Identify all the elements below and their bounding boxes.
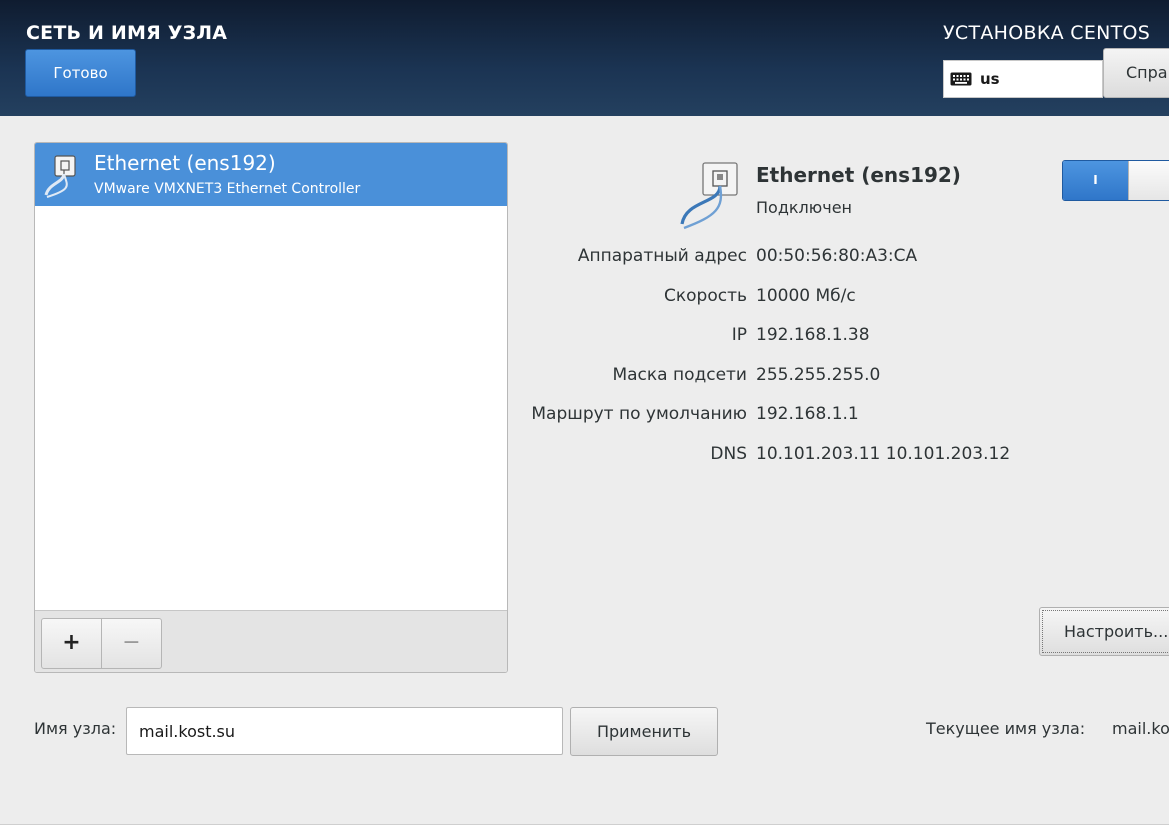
detail-row-dns: DNS 10.101.203.11 10.101.203.12: [500, 444, 1160, 468]
keyboard-layout-indicator[interactable]: us: [943, 60, 1103, 98]
page-title: СЕТЬ И ИМЯ УЗЛА: [26, 22, 228, 44]
detail-label: Скорость: [664, 286, 747, 306]
product-title: УСТАНОВКА CENTOS: [943, 22, 1151, 44]
help-button[interactable]: Справка!: [1103, 48, 1169, 98]
remove-device-button[interactable]: −: [101, 618, 162, 669]
device-name: Ethernet (ens192): [94, 151, 276, 175]
current-hostname-value: mail.kost.su: [1112, 719, 1169, 738]
top-bar: СЕТЬ И ИМЯ УЗЛА Готово УСТАНОВКА CENTOS …: [0, 0, 1169, 116]
detail-value: 255.255.255.0: [756, 365, 881, 385]
detail-label: IP: [731, 325, 747, 345]
list-item-ethernet-ens192[interactable]: Ethernet (ens192) VMware VMXNET3 Etherne…: [35, 143, 507, 206]
done-button[interactable]: Готово: [25, 49, 136, 97]
detail-label: Маска подсети: [612, 365, 747, 385]
toggle-off-segment: [1128, 161, 1169, 200]
detail-label: DNS: [710, 444, 747, 464]
detail-value: 00:50:56:80:A3:CA: [756, 246, 918, 266]
detail-value: 10.101.203.11 10.101.203.12: [756, 444, 1011, 464]
detail-value: 192.168.1.38: [756, 325, 870, 345]
detail-row-hardware-address: Аппаратный адрес 00:50:56:80:A3:CA: [500, 246, 1160, 270]
device-power-toggle[interactable]: I: [1062, 160, 1169, 201]
device-description: VMware VMXNET3 Ethernet Controller: [94, 181, 361, 197]
detail-row-speed: Скорость 10000 Мб/с: [500, 286, 1160, 310]
network-wired-icon: [680, 162, 738, 230]
add-device-button[interactable]: +: [41, 618, 102, 669]
network-device-list: Ethernet (ens192) VMware VMXNET3 Etherne…: [34, 142, 508, 673]
device-title: Ethernet (ens192): [756, 163, 961, 187]
keyboard-icon: [950, 72, 972, 86]
detail-row-ip: IP 192.168.1.38: [500, 325, 1160, 349]
current-hostname-label: Текущее имя узла:: [926, 719, 1086, 738]
connection-status: Подключен: [756, 198, 852, 217]
detail-value: 192.168.1.1: [756, 404, 859, 424]
keyboard-layout-label: us: [980, 70, 1000, 88]
detail-row-default-route: Маршрут по умолчанию 192.168.1.1: [500, 404, 1160, 428]
hostname-label: Имя узла:: [34, 719, 117, 738]
detail-label: Маршрут по умолчанию: [531, 404, 747, 424]
detail-label: Аппаратный адрес: [577, 246, 747, 266]
hostname-input[interactable]: [126, 707, 563, 755]
apply-button[interactable]: Применить: [570, 707, 718, 756]
configure-button[interactable]: Настроить...: [1039, 607, 1169, 656]
detail-value: 10000 Мб/с: [756, 286, 856, 306]
list-toolbar: + −: [35, 610, 507, 672]
toggle-on-segment: I: [1063, 161, 1128, 200]
detail-row-subnet-mask: Маска подсети 255.255.255.0: [500, 365, 1160, 389]
network-wired-icon: [44, 155, 76, 198]
